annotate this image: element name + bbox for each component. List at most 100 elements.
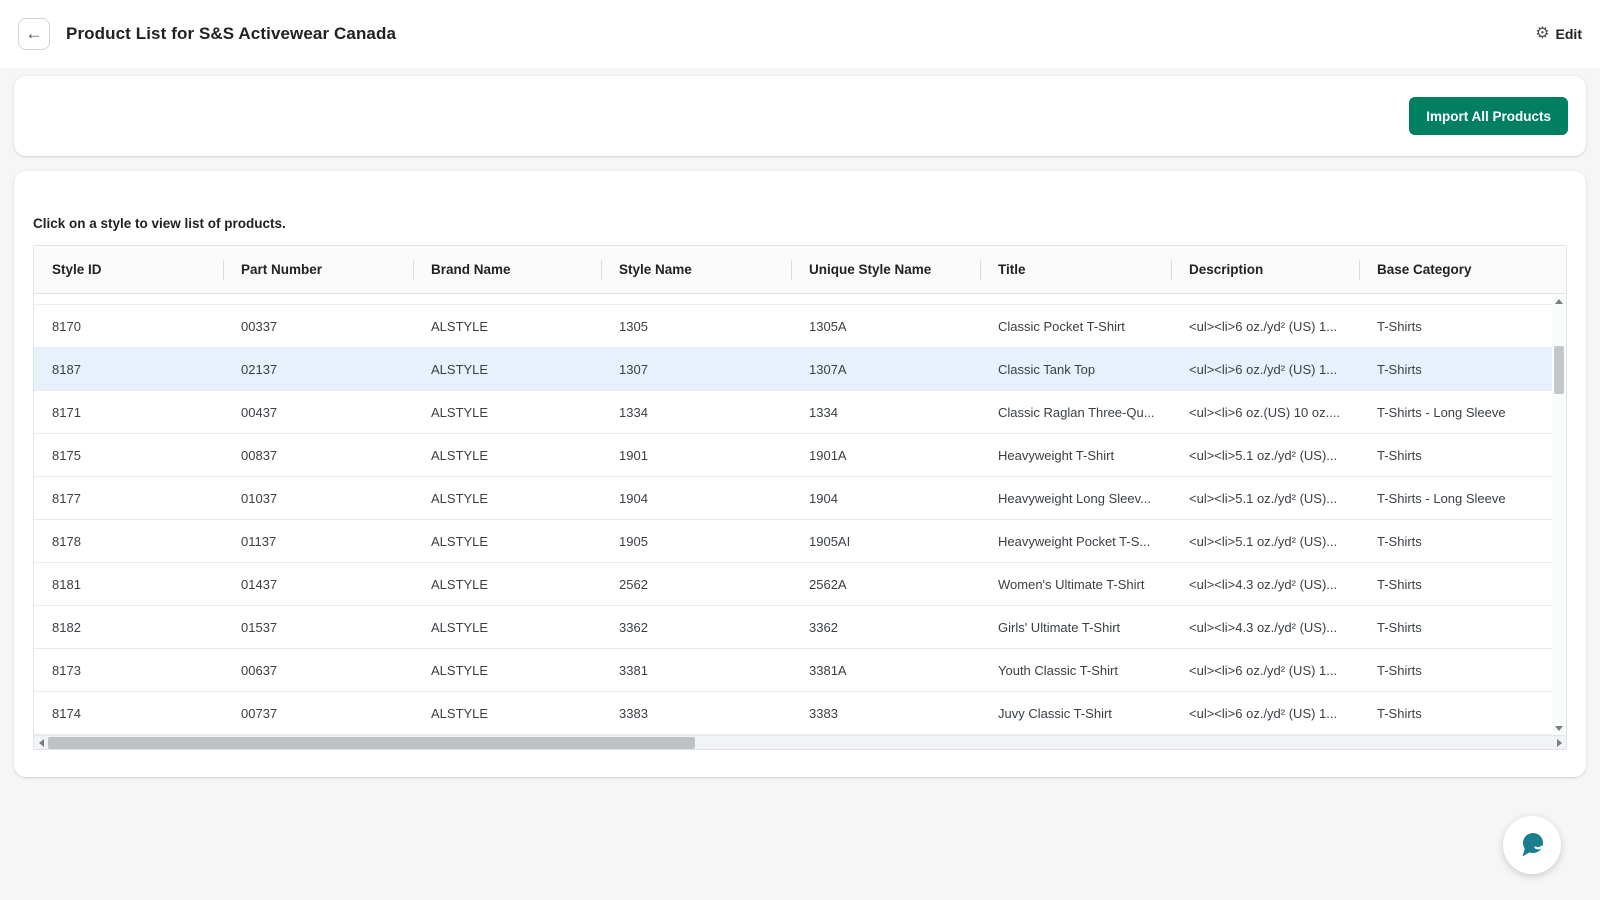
cell-description: <ul><li>5.1 oz./yd² (US)...	[1171, 534, 1359, 549]
table-header-row: Style ID Part Number Brand Name Style Na…	[34, 246, 1566, 294]
table-row[interactable]: 8181 01437 ALSTYLE 2562 2562A Women's Ul…	[34, 563, 1552, 606]
cell-part-number: 01437	[223, 577, 413, 592]
horizontal-scrollbar-thumb[interactable]	[48, 737, 695, 749]
cell-description: <ul><li>5.1 oz./yd² (US)...	[1171, 448, 1359, 463]
cell-brand-name: ALSTYLE	[413, 405, 601, 420]
cell-style-name: 1901	[601, 448, 791, 463]
cell-title: Heavyweight Pocket T-S...	[980, 534, 1171, 549]
cell-title: Heavyweight T-Shirt	[980, 448, 1171, 463]
cell-style-name: 1904	[601, 491, 791, 506]
cell-style-name: 3362	[601, 620, 791, 635]
cell-style-id: 8178	[34, 534, 223, 549]
chat-widget-button[interactable]	[1503, 816, 1561, 874]
cell-style-name: 1334	[601, 405, 791, 420]
cell-base-category: T-Shirts	[1359, 663, 1552, 678]
column-header-unique-style-name: Unique Style Name	[791, 262, 980, 277]
cell-style-name: 1305	[601, 319, 791, 334]
cell-description: <ul><li>6 oz./yd² (US) 1...	[1171, 362, 1359, 377]
cell-unique-style-name: 3383	[791, 706, 980, 721]
column-header-description: Description	[1171, 262, 1359, 277]
cell-unique-style-name: 1307A	[791, 362, 980, 377]
back-button[interactable]: ←	[18, 18, 50, 50]
import-all-products-button[interactable]: Import All Products	[1409, 97, 1568, 135]
cell-style-id: 8187	[34, 362, 223, 377]
cell-style-name: 1307	[601, 362, 791, 377]
cell-unique-style-name: 3381A	[791, 663, 980, 678]
cell-brand-name: ALSTYLE	[413, 448, 601, 463]
table-body-viewport: 8170 00337 ALSTYLE 1305 1305A Classic Po…	[34, 294, 1566, 735]
cell-style-id: 8171	[34, 405, 223, 420]
table-row[interactable]: 8173 00637 ALSTYLE 3381 3381A Youth Clas…	[34, 649, 1552, 692]
chat-bubble-icon	[1516, 829, 1548, 861]
top-bar: ← Product List for S&S Activewear Canada…	[0, 0, 1600, 68]
cell-unique-style-name: 1905AI	[791, 534, 980, 549]
cell-description: <ul><li>6 oz./yd² (US) 1...	[1171, 319, 1359, 334]
horizontal-scrollbar	[34, 735, 1566, 749]
gear-icon: ⚙	[1535, 26, 1549, 42]
cell-description: <ul><li>5.1 oz./yd² (US)...	[1171, 491, 1359, 506]
cell-base-category: T-Shirts	[1359, 319, 1552, 334]
cell-style-id: 8175	[34, 448, 223, 463]
cell-title: Girls' Ultimate T-Shirt	[980, 620, 1171, 635]
scroll-right-button[interactable]	[1552, 736, 1566, 750]
horizontal-scrollbar-track[interactable]	[48, 736, 1552, 750]
cell-part-number: 01137	[223, 534, 413, 549]
vertical-scrollbar-thumb[interactable]	[1554, 346, 1564, 394]
table-row[interactable]: 8170 00337 ALSTYLE 1305 1305A Classic Po…	[34, 305, 1552, 348]
column-header-brand-name: Brand Name	[413, 262, 601, 277]
vertical-scrollbar	[1552, 294, 1566, 735]
cell-unique-style-name: 1901A	[791, 448, 980, 463]
cell-style-name: 2562	[601, 577, 791, 592]
cell-description: <ul><li>6 oz./yd² (US) 1...	[1171, 663, 1359, 678]
scroll-down-button[interactable]	[1552, 721, 1566, 735]
table-row[interactable]: 8174 00737 ALSTYLE 3383 3383 Juvy Classi…	[34, 692, 1552, 735]
cell-part-number: 00637	[223, 663, 413, 678]
cell-description: <ul><li>6 oz.(US) 10 oz....	[1171, 405, 1359, 420]
cell-style-id: 8181	[34, 577, 223, 592]
cell-title: Heavyweight Long Sleev...	[980, 491, 1171, 506]
cell-unique-style-name: 1305A	[791, 319, 980, 334]
column-header-title: Title	[980, 262, 1171, 277]
column-header-part-number: Part Number	[223, 262, 413, 277]
table-row[interactable]: 8175 00837 ALSTYLE 1901 1901A Heavyweigh…	[34, 434, 1552, 477]
table-row[interactable]: 8178 01137 ALSTYLE 1905 1905AI Heavyweig…	[34, 520, 1552, 563]
cell-title: Classic Raglan Three-Qu...	[980, 405, 1171, 420]
cell-style-id: 8170	[34, 319, 223, 334]
cell-brand-name: ALSTYLE	[413, 319, 601, 334]
scroll-left-button[interactable]	[34, 736, 48, 750]
table-row[interactable]: 8171 00437 ALSTYLE 1334 1334 Classic Rag…	[34, 391, 1552, 434]
table-row[interactable]: 8177 01037 ALSTYLE 1904 1904 Heavyweight…	[34, 477, 1552, 520]
cell-base-category: T-Shirts - Long Sleeve	[1359, 491, 1552, 506]
cell-style-id: 8177	[34, 491, 223, 506]
cell-style-id: 8174	[34, 706, 223, 721]
cell-part-number: 02137	[223, 362, 413, 377]
cell-part-number: 01537	[223, 620, 413, 635]
cell-part-number: 00437	[223, 405, 413, 420]
table-row[interactable]: 8187 02137 ALSTYLE 1307 1307A Classic Ta…	[34, 348, 1552, 391]
cell-brand-name: ALSTYLE	[413, 362, 601, 377]
scroll-up-button[interactable]	[1552, 294, 1566, 308]
cell-brand-name: ALSTYLE	[413, 534, 601, 549]
cell-description: <ul><li>6 oz./yd² (US) 1...	[1171, 706, 1359, 721]
cell-base-category: T-Shirts	[1359, 534, 1552, 549]
edit-button[interactable]: ⚙ Edit	[1535, 26, 1582, 42]
product-list-card: Click on a style to view list of product…	[14, 171, 1586, 777]
column-header-style-id: Style ID	[34, 262, 223, 277]
cell-brand-name: ALSTYLE	[413, 620, 601, 635]
cell-base-category: T-Shirts	[1359, 362, 1552, 377]
cell-brand-name: ALSTYLE	[413, 706, 601, 721]
back-arrow-icon: ←	[26, 24, 43, 44]
cell-part-number: 00337	[223, 319, 413, 334]
cell-title: Women's Ultimate T-Shirt	[980, 577, 1171, 592]
cell-style-id: 8182	[34, 620, 223, 635]
cell-part-number: 01037	[223, 491, 413, 506]
cell-style-name: 3383	[601, 706, 791, 721]
cell-style-name: 1905	[601, 534, 791, 549]
cell-base-category: T-Shirts	[1359, 577, 1552, 592]
table-row[interactable]: 8182 01537 ALSTYLE 3362 3362 Girls' Ulti…	[34, 606, 1552, 649]
cell-unique-style-name: 2562A	[791, 577, 980, 592]
cell-title: Classic Pocket T-Shirt	[980, 319, 1171, 334]
partial-row-clipped-by-scroll	[34, 294, 1552, 305]
cell-description: <ul><li>4.3 oz./yd² (US)...	[1171, 577, 1359, 592]
cell-title: Classic Tank Top	[980, 362, 1171, 377]
